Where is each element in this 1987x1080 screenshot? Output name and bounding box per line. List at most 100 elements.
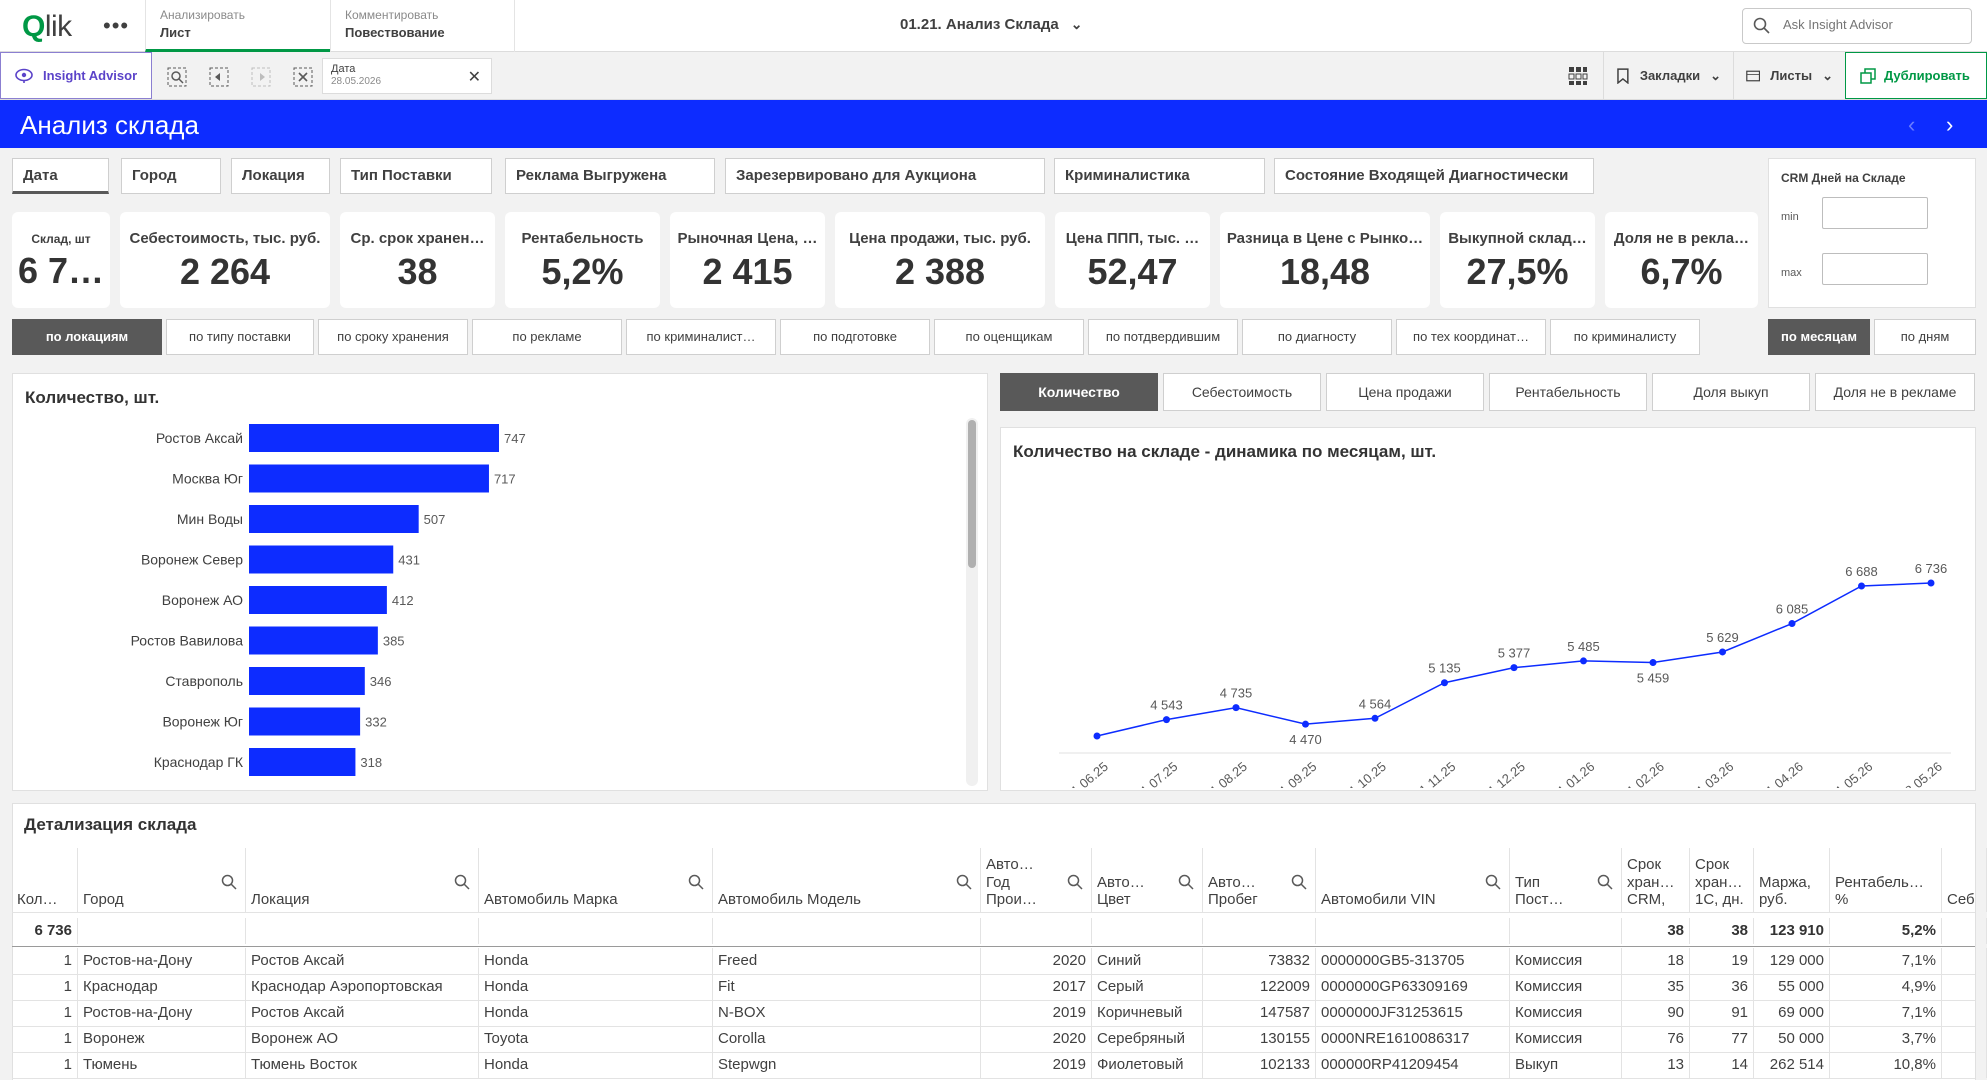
table-cell[interactable]: Ростов-на-Дону [78,1000,246,1026]
table-cell[interactable]: 2019 [981,1052,1092,1078]
dim-button-appraisers[interactable]: по оценщикам [934,319,1084,355]
dim-button-forensic[interactable]: по криминалист… [626,319,776,355]
previous-sheet-icon[interactable]: ‹ [1908,112,1915,138]
column-header[interactable]: Локация [246,848,479,912]
dim-button-advertising[interactable]: по рекламе [472,319,622,355]
column-header[interactable]: Кол… [12,848,78,912]
table-cell[interactable] [1942,974,1987,1000]
table-cell[interactable]: 122009 [1203,974,1316,1000]
sheet-selector[interactable]: 01.21. Анализ Склада ⌄ [900,16,1082,33]
table-cell[interactable]: Комиссия [1510,948,1622,974]
table-cell[interactable]: 262 514 [1754,1052,1830,1078]
metric-button-sale-price[interactable]: Цена продажи [1326,373,1484,411]
dim-button-locations[interactable]: по локациям [12,319,162,355]
table-cell[interactable]: Комиссия [1510,1026,1622,1052]
table-cell[interactable]: Тюмень Восток [246,1052,479,1078]
table-cell[interactable]: 7,1% [1830,948,1942,974]
table-cell[interactable]: 91 [1690,1000,1754,1026]
table-cell[interactable]: Freed [713,948,981,974]
dim-button-diagnostician[interactable]: по диагносту [1242,319,1392,355]
close-icon[interactable]: ✕ [468,67,481,87]
table-cell[interactable]: 19 [1690,948,1754,974]
table-cell[interactable]: Fit [713,974,981,1000]
table-cell[interactable]: Ростов Аксай [246,1000,479,1026]
more-menu-icon[interactable]: ••• [103,13,129,39]
search-icon[interactable] [956,874,972,890]
dim-button-forensic-expert[interactable]: по криминалисту [1550,319,1700,355]
table-cell[interactable]: Фиолетовый [1092,1052,1203,1078]
kpi-card-profitability[interactable]: Рентабельность 5,2% [505,212,660,308]
table-cell[interactable]: 14 [1690,1052,1754,1078]
column-header[interactable]: Город [78,848,246,912]
table-cell[interactable]: 69 000 [1754,1000,1830,1026]
table-cell[interactable]: 1 [12,1000,78,1026]
table-cell[interactable]: Комиссия [1510,974,1622,1000]
table-cell[interactable]: 2020 [981,948,1092,974]
table-cell[interactable]: Выкуп [1510,1052,1622,1078]
table-cell[interactable]: 73832 [1203,948,1316,974]
column-header[interactable]: Маржа, руб. [1754,848,1830,912]
bookmarks-button[interactable]: Закладки ⌄ [1603,52,1733,99]
search-icon[interactable] [221,874,237,890]
table-cell[interactable]: Toyota [479,1026,713,1052]
column-header[interactable]: Автомобиль Модель [713,848,981,912]
kpi-card-sale-price[interactable]: Цена продажи, тыс. руб. 2 388 [835,212,1045,308]
table-cell[interactable]: Ростов Аксай [246,948,479,974]
table-cell[interactable] [1942,1052,1987,1078]
table-cell[interactable]: Corolla [713,1026,981,1052]
kpi-card-stock[interactable]: Склад, шт 6 7… [12,212,110,308]
table-cell[interactable]: Honda [479,1000,713,1026]
table-cell[interactable]: Воронеж АО [246,1026,479,1052]
kpi-card-cost[interactable]: Себестоимость, тыс. руб. 2 264 [120,212,330,308]
metric-button-quantity[interactable]: Количество [1000,373,1158,411]
line-chart[interactable]: 01.06.25 4 543 01.07.25 4 735 01.08.25 4 470 0… [1001,468,1975,788]
tab-narrate[interactable]: Комментировать Повествование [330,0,515,52]
table-cell[interactable] [1942,948,1987,974]
search-icon[interactable] [1178,874,1194,890]
column-header[interactable]: Срок хран… CRM, [1622,848,1690,912]
search-icon[interactable] [1291,874,1307,890]
table-cell[interactable]: Honda [479,948,713,974]
table-cell[interactable]: Комиссия [1510,1000,1622,1026]
smart-search-icon[interactable] [166,66,188,88]
table-cell[interactable]: 90 [1622,1000,1690,1026]
table-cell[interactable]: Краснодар [78,974,246,1000]
selection-chip-date[interactable]: Дата 28.05.2026 ✕ [322,58,492,94]
next-sheet-icon[interactable]: › [1946,112,1953,138]
table-cell[interactable]: 2017 [981,974,1092,1000]
filter-city[interactable]: Город [121,158,221,194]
tab-analyze[interactable]: Анализировать Лист [145,0,330,52]
table-cell[interactable]: 50 000 [1754,1026,1830,1052]
filter-date[interactable]: Дата [12,158,109,194]
qlik-logo[interactable]: Qlik [22,10,72,44]
metric-button-not-advertised[interactable]: Доля не в рекламе [1815,373,1975,411]
table-cell[interactable]: 13 [1622,1052,1690,1078]
column-header[interactable]: Рентабель… % [1830,848,1942,912]
filter-supply-type[interactable]: Тип Поставки [340,158,492,194]
search-icon[interactable] [1067,874,1083,890]
search-icon[interactable] [454,874,470,890]
table-cell[interactable]: Тюмень [78,1052,246,1078]
filter-forensics[interactable]: Криминалистика [1054,158,1265,194]
table-cell[interactable]: Синий [1092,948,1203,974]
duplicate-button[interactable]: Дублировать [1845,52,1987,99]
kpi-card-ppp-price[interactable]: Цена ППП, тыс. … 52,47 [1055,212,1210,308]
filter-ad-uploaded[interactable]: Реклама Выгружена [505,158,715,194]
table-cell[interactable]: 7,1% [1830,1000,1942,1026]
period-button-days[interactable]: по дням [1874,319,1976,355]
column-header[interactable]: Срок хран… 1С, дн. [1690,848,1754,912]
table-cell[interactable]: 1 [12,948,78,974]
table-cell[interactable]: 1 [12,1026,78,1052]
table-cell[interactable]: 130155 [1203,1026,1316,1052]
dim-button-storage-term[interactable]: по сроку хранения [318,319,468,355]
crm-min-input[interactable] [1822,197,1928,229]
dim-button-preparation[interactable]: по подготовке [780,319,930,355]
table-cell[interactable]: Коричневый [1092,1000,1203,1026]
step-back-icon[interactable] [208,66,230,88]
table-cell[interactable]: Honda [479,1052,713,1078]
metric-button-cost[interactable]: Себестоимость [1163,373,1321,411]
table-cell[interactable]: Ростов-на-Дону [78,948,246,974]
table-cell[interactable]: 0000000GB5-313705 [1316,948,1510,974]
table-cell[interactable]: N-BOX [713,1000,981,1026]
bar-chart-scroll-thumb[interactable] [968,420,976,568]
